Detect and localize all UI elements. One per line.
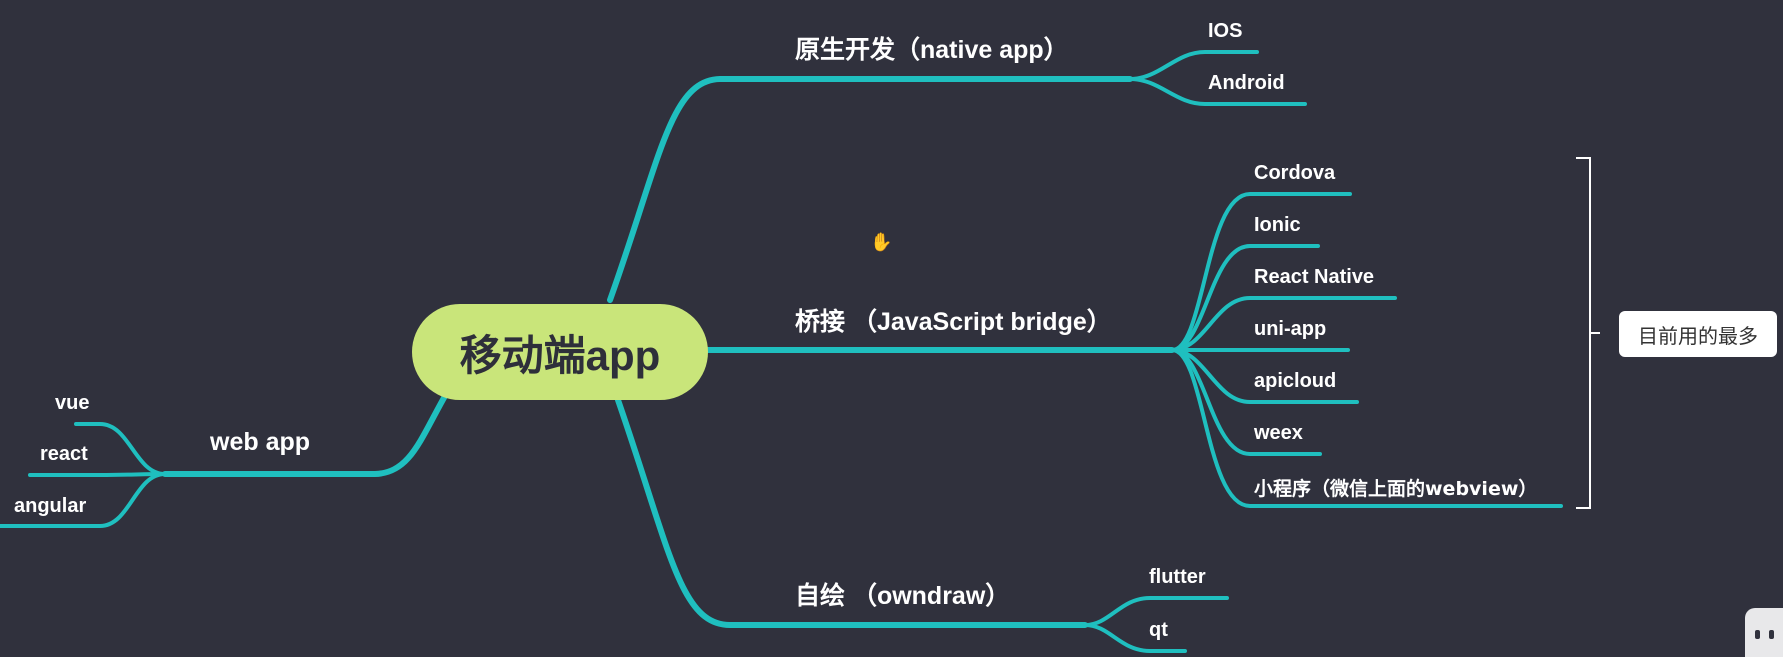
leaf-apicloud[interactable]: apicloud	[1254, 370, 1336, 393]
leaf-cordova[interactable]: Cordova	[1254, 162, 1335, 185]
leaf-ionic[interactable]: Ionic	[1254, 214, 1301, 237]
leaf-ios[interactable]: IOS	[1208, 20, 1242, 43]
hand-cursor-icon: ✋	[870, 232, 893, 252]
leaf-vue[interactable]: vue	[55, 392, 89, 415]
leaf-flutter[interactable]: flutter	[1149, 566, 1206, 589]
branch-native[interactable]: 原生开发（native app）	[795, 30, 1069, 66]
leaf-angular[interactable]: angular	[14, 495, 86, 518]
leaf-uni-app[interactable]: uni-app	[1254, 318, 1326, 341]
bracket	[1576, 157, 1600, 509]
link-selfdraw-qt	[1083, 623, 1187, 653]
leaf-android[interactable]: Android	[1208, 72, 1285, 95]
leaf-react[interactable]: react	[40, 443, 88, 466]
branch-selfdraw[interactable]: 自绘 （owndraw）	[795, 576, 1010, 612]
mind-map-canvas: 移动端app 原生开发（native app） 桥接 （JavaScript b…	[0, 0, 1783, 657]
link-webapp-react	[28, 472, 167, 477]
branch-bridge[interactable]: 桥接 （JavaScript bridge）	[795, 302, 1112, 338]
leaf-weex[interactable]: weex	[1254, 422, 1303, 445]
branch-webapp[interactable]: web app	[210, 428, 310, 457]
root-node[interactable]: 移动端app	[412, 304, 708, 400]
link-webapp-vue	[74, 422, 167, 476]
note-most-used[interactable]: 目前用的最多	[1619, 311, 1777, 357]
leaf-react-native[interactable]: React Native	[1254, 266, 1374, 289]
leaf-qt[interactable]: qt	[1149, 619, 1168, 642]
link-root-native	[607, 76, 1133, 303]
bilibili-tv-icon	[1745, 608, 1783, 657]
leaf-mini-program[interactable]: 小程序（微信上面的webview）	[1254, 474, 1537, 501]
